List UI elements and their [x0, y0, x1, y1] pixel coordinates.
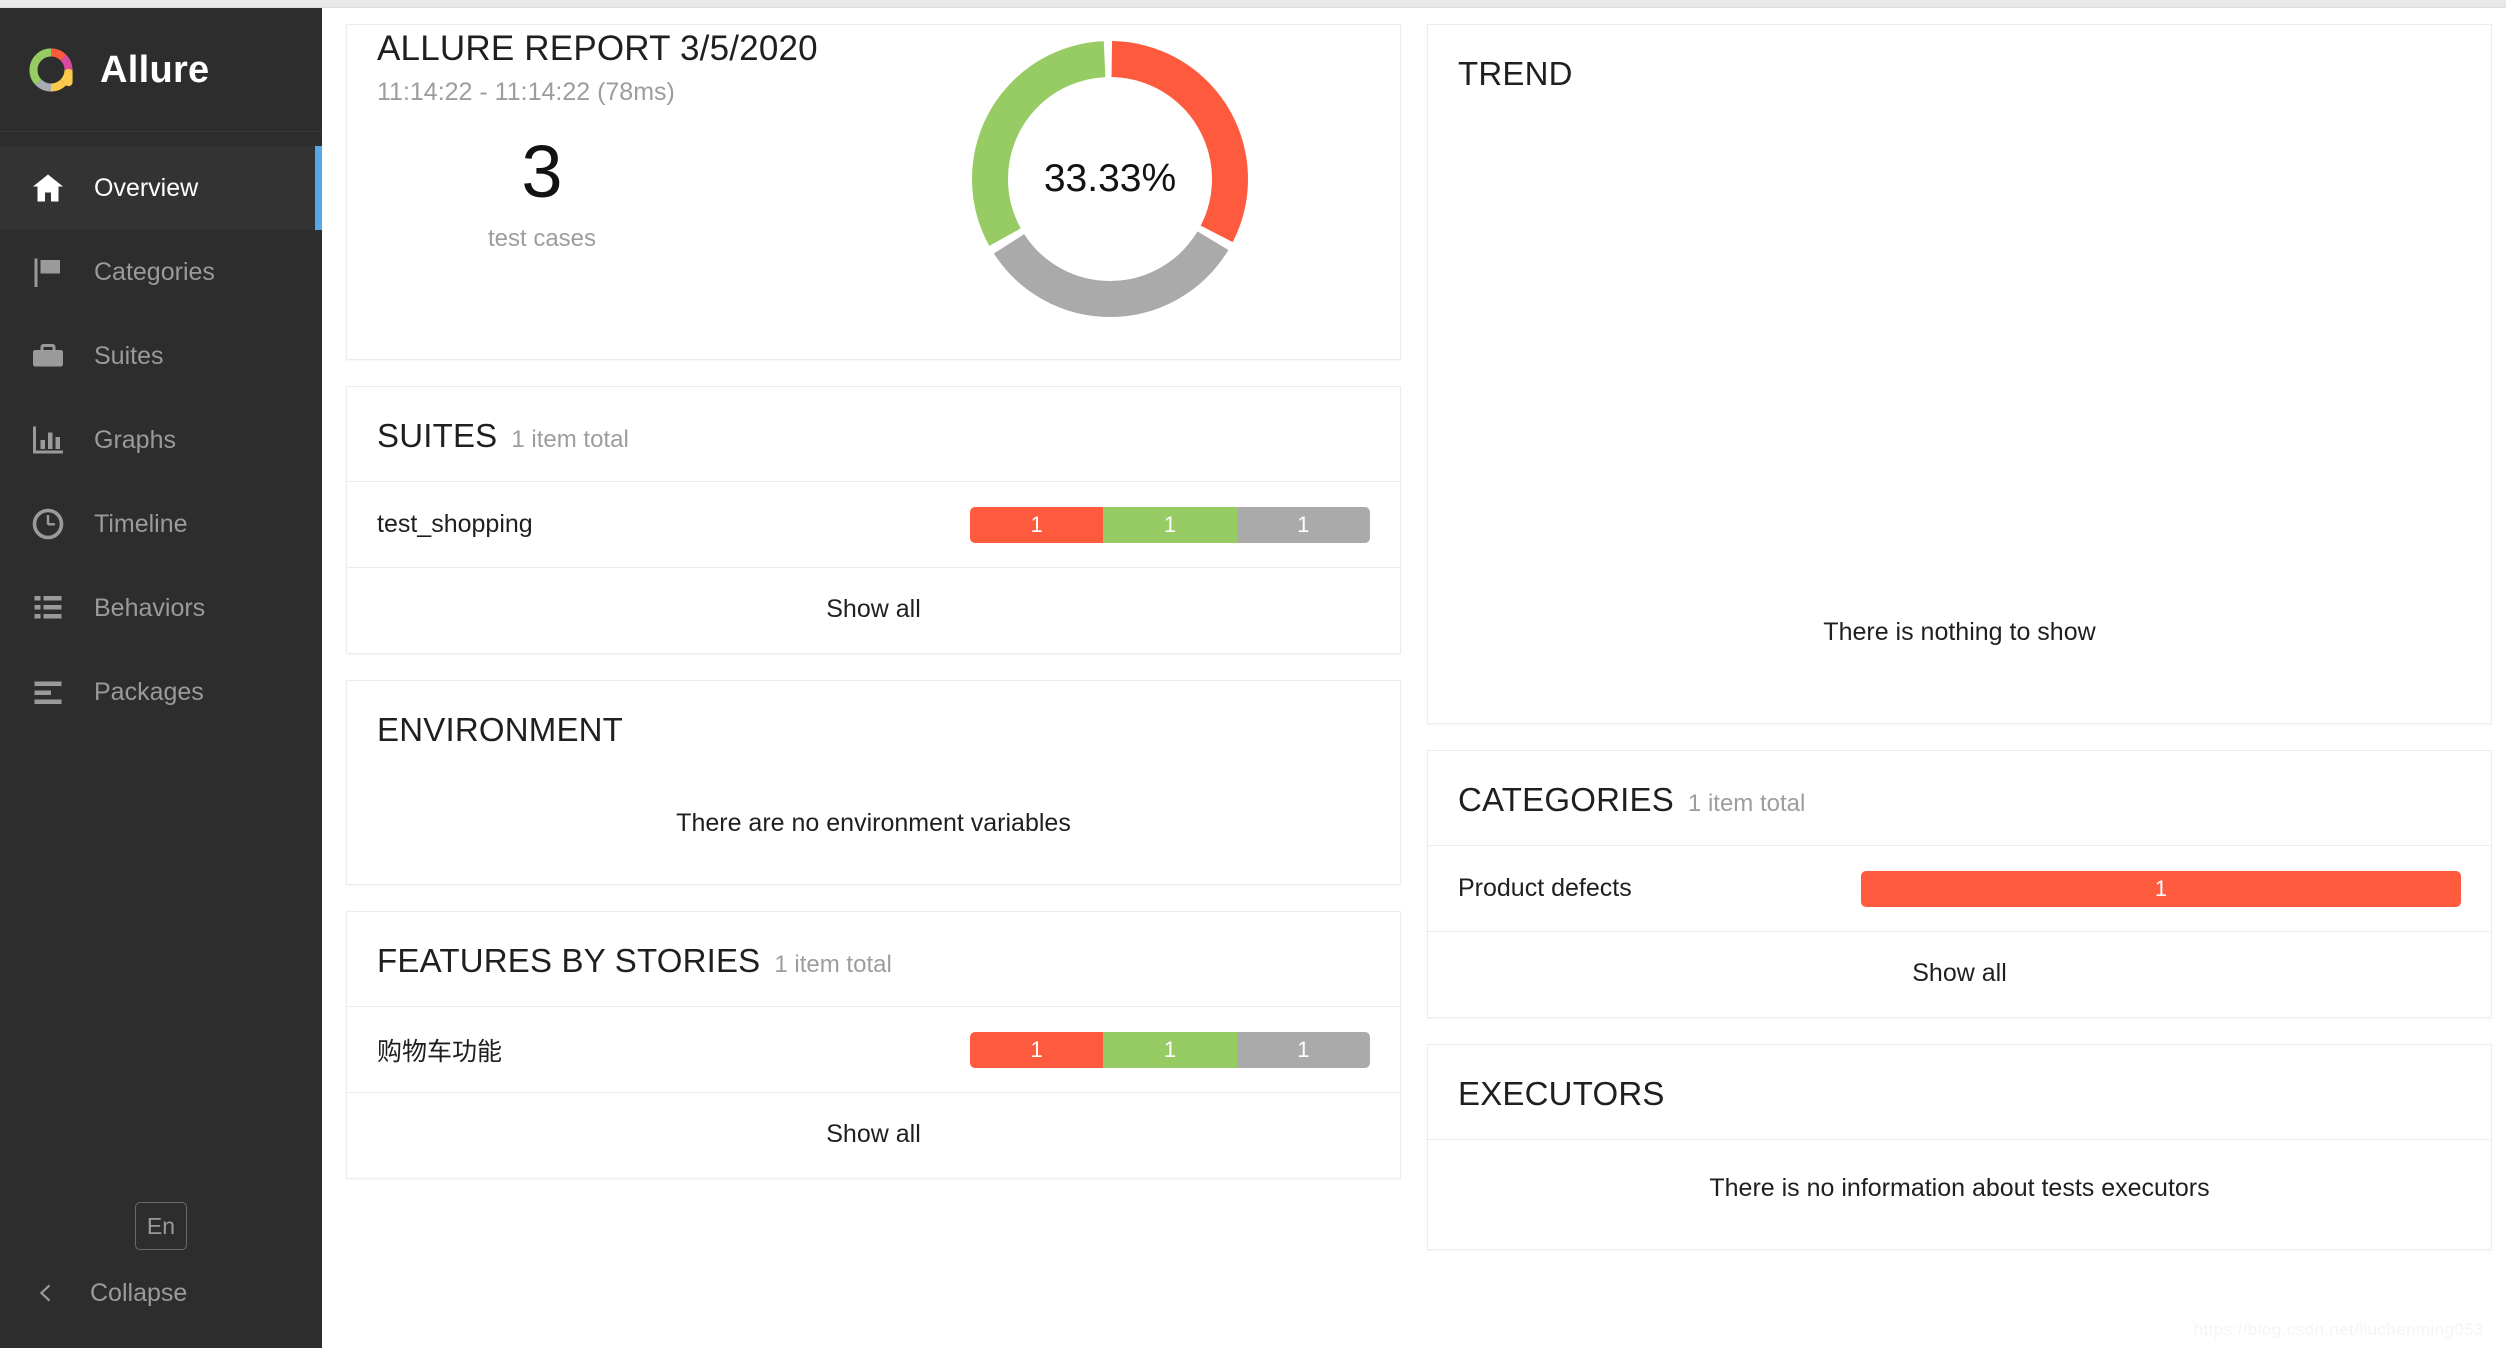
category-name[interactable]: Product defects: [1458, 874, 1861, 903]
card-item-count: 1 item total: [1687, 790, 1806, 817]
allure-ring-logo-icon: [29, 47, 73, 92]
status-segment-unknown[interactable]: 1: [1236, 506, 1370, 543]
right-column: TREND There is nothing to show CATEGORIE…: [1427, 24, 2492, 1276]
status-segment-passed[interactable]: 1: [1103, 506, 1237, 543]
status-segment-failed[interactable]: 1: [970, 506, 1104, 543]
status-bar[interactable]: 1 1 1: [970, 1031, 1370, 1068]
trend-card: TREND There is nothing to show: [1427, 24, 2492, 724]
lines-icon: [28, 672, 68, 712]
show-all-button[interactable]: Show all: [347, 567, 1400, 653]
main-content: ALLURE REPORT 3/5/2020 11:14:22 - 11:14:…: [322, 8, 2506, 1348]
home-icon: [28, 168, 68, 208]
card-title: TREND: [1458, 55, 1573, 92]
flag-icon: [28, 252, 68, 292]
card-item-count: 1 item total: [774, 951, 892, 978]
card-title: EXECUTORS: [1458, 1075, 1665, 1112]
table-row[interactable]: Product defects 1: [1428, 845, 2491, 931]
briefcase-icon: [28, 336, 68, 376]
status-bar[interactable]: 1 1 1: [970, 506, 1370, 543]
suites-card-header: SUITES 1 item total: [347, 387, 1400, 481]
collapse-button[interactable]: Collapse: [0, 1278, 322, 1308]
donut-center-label: 33.33%: [1043, 157, 1177, 200]
status-segment-passed[interactable]: 1: [1103, 1031, 1237, 1068]
card-title: CATEGORIES: [1458, 781, 1674, 818]
features-card-header: FEATURES BY STORIES 1 item total: [347, 912, 1400, 1006]
sidebar-nav: Overview Categories Suites Graphs Timeli…: [0, 132, 322, 1202]
chevron-left-icon: [30, 1278, 60, 1308]
categories-card-header: CATEGORIES 1 item total: [1428, 751, 2491, 845]
sidebar-item-label: Graphs: [94, 425, 176, 454]
executors-card: EXECUTORS There is no information about …: [1427, 1044, 2492, 1250]
features-by-stories-card: FEATURES BY STORIES 1 item total 购物车功能 1…: [346, 911, 1401, 1179]
collapse-label: Collapse: [90, 1278, 188, 1307]
total-count: 3: [521, 130, 563, 213]
sidebar-item-graphs[interactable]: Graphs: [0, 398, 322, 482]
status-segment-failed[interactable]: 1: [970, 1031, 1104, 1068]
sidebar-item-label: Packages: [94, 677, 204, 706]
trend-empty-message: There is nothing to show: [1823, 618, 2096, 646]
table-row[interactable]: test_shopping 1 1 1: [347, 481, 1400, 567]
sidebar-item-label: Behaviors: [94, 593, 206, 622]
summary-card: ALLURE REPORT 3/5/2020 11:14:22 - 11:14:…: [346, 24, 1401, 360]
window-top-strip: [0, 0, 2506, 8]
feature-name[interactable]: 购物车功能: [377, 1032, 970, 1068]
status-segment-unknown[interactable]: 1: [1236, 1031, 1370, 1068]
brand-name: Allure: [100, 48, 210, 91]
status-bar[interactable]: 1: [1861, 870, 2461, 907]
sidebar-item-packages[interactable]: Packages: [0, 650, 322, 734]
clock-icon: [28, 504, 68, 544]
suites-card: SUITES 1 item total test_shopping 1 1 1 …: [346, 386, 1401, 654]
sidebar-item-categories[interactable]: Categories: [0, 230, 322, 314]
table-row[interactable]: 购物车功能 1 1 1: [347, 1006, 1400, 1092]
language-button[interactable]: En: [135, 1202, 187, 1250]
sidebar: Allure Overview Categories Suites Graphs…: [0, 8, 322, 1348]
sidebar-item-label: Suites: [94, 341, 164, 370]
status-segment-failed[interactable]: 1: [1861, 870, 2461, 907]
sidebar-item-suites[interactable]: Suites: [0, 314, 322, 398]
card-title: ENVIRONMENT: [377, 711, 624, 748]
status-donut-chart[interactable]: 33.33%: [960, 29, 1260, 329]
left-column: ALLURE REPORT 3/5/2020 11:14:22 - 11:14:…: [346, 24, 1401, 1205]
sidebar-item-label: Categories: [94, 257, 215, 286]
bar-chart-icon: [28, 420, 68, 460]
card-title: SUITES: [377, 417, 498, 454]
sidebar-item-behaviors[interactable]: Behaviors: [0, 566, 322, 650]
environment-empty-message: There are no environment variables: [676, 809, 1071, 837]
suite-name[interactable]: test_shopping: [377, 510, 970, 539]
card-item-count: 1 item total: [511, 426, 629, 453]
show-all-button[interactable]: Show all: [347, 1092, 1400, 1178]
executors-card-header: EXECUTORS: [1428, 1045, 2491, 1139]
sidebar-item-timeline[interactable]: Timeline: [0, 482, 322, 566]
sidebar-item-overview[interactable]: Overview: [0, 146, 322, 230]
trend-card-header: TREND: [1428, 25, 2491, 119]
brand-header[interactable]: Allure: [0, 8, 322, 132]
list-icon: [28, 588, 68, 628]
sidebar-footer: En Collapse: [0, 1202, 322, 1348]
environment-card-header: ENVIRONMENT: [347, 681, 1400, 775]
show-all-button[interactable]: Show all: [1428, 931, 2491, 1017]
categories-card: CATEGORIES 1 item total Product defects …: [1427, 750, 2492, 1018]
total-label: test cases: [487, 225, 597, 252]
total-test-cases: 3 test cases: [377, 135, 707, 253]
sidebar-item-label: Overview: [94, 173, 199, 202]
page-title: ALLURE REPORT 3/5/2020: [377, 29, 818, 68]
report-time-range: 11:14:22 - 11:14:22 (78ms): [377, 78, 675, 106]
executors-empty-message: There is no information about tests exec…: [1428, 1139, 2491, 1249]
environment-card: ENVIRONMENT There are no environment var…: [346, 680, 1401, 885]
summary-left: ALLURE REPORT 3/5/2020 11:14:22 - 11:14:…: [377, 25, 960, 253]
watermark: https://blog.csdn.net/liuchenming053: [2193, 1320, 2484, 1339]
sidebar-item-label: Timeline: [94, 509, 188, 538]
trend-body: There is nothing to show: [1428, 119, 2491, 723]
card-title: FEATURES BY STORIES: [377, 942, 761, 979]
